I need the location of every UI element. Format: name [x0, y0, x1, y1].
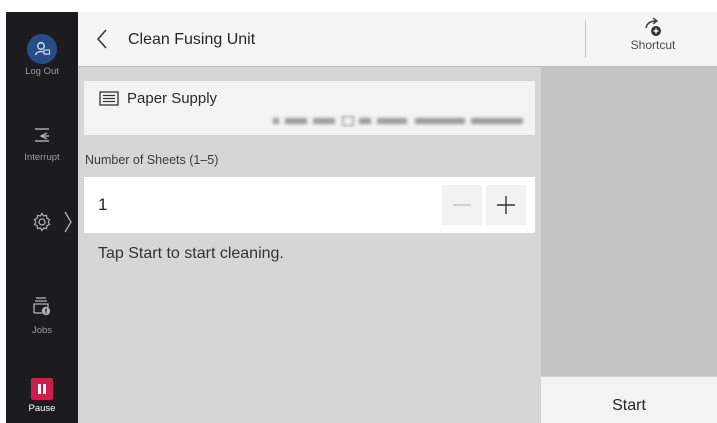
header-bar: Clean Fusing Unit Shortcut — [78, 12, 717, 67]
jobs-label: Jobs — [31, 325, 53, 336]
logout-button[interactable]: Log Out — [6, 22, 78, 77]
right-panel — [541, 67, 717, 376]
pause-icon — [31, 378, 53, 400]
device-settings-button[interactable] — [6, 204, 78, 240]
instruction-text: Tap Start to start cleaning. — [98, 245, 284, 262]
jobs-icon — [33, 297, 51, 316]
interrupt-label: Interrupt — [24, 152, 60, 163]
page-title: Clean Fusing Unit — [128, 31, 256, 48]
decrement-button[interactable] — [442, 185, 482, 225]
pause-label: Pause — [28, 403, 56, 414]
paper-tray-icon — [99, 91, 119, 106]
shortcut-label: Shortcut — [630, 38, 676, 52]
sheets-count-value: 1 — [98, 195, 108, 214]
jobs-button[interactable]: Jobs — [6, 295, 78, 336]
sheets-count-field[interactable]: 1 — [84, 177, 535, 233]
user-icon — [27, 34, 57, 64]
chevron-left-icon — [96, 29, 107, 49]
gear-icon — [33, 212, 51, 232]
back-button[interactable] — [90, 26, 116, 52]
start-label: Start — [612, 397, 646, 414]
header-divider — [585, 20, 586, 58]
logout-label: Log Out — [25, 66, 59, 77]
minus-icon — [453, 204, 471, 206]
shortcut-button[interactable]: Shortcut — [588, 16, 717, 62]
chevron-right-icon — [64, 211, 72, 233]
increment-button[interactable] — [486, 185, 526, 225]
paper-supply-value-blurred — [273, 115, 523, 127]
shortcut-add-icon — [645, 17, 661, 36]
device-screen: Log Out Interrupt Jobs Pause Clean Fusin… — [6, 12, 717, 423]
interrupt-button[interactable]: Interrupt — [6, 124, 78, 163]
sheets-count-label: Number of Sheets (1–5) — [85, 153, 219, 167]
paper-supply-label: Paper Supply — [127, 90, 218, 107]
plus-icon — [497, 196, 515, 214]
paper-supply-button[interactable]: Paper Supply — [84, 81, 535, 135]
main-panel: Paper Supply Number of Sheets (1–5) 1 Ta… — [78, 67, 541, 423]
left-rail: Log Out Interrupt Jobs Pause — [6, 12, 78, 423]
pause-button[interactable]: Pause — [6, 374, 78, 414]
start-button[interactable]: Start — [541, 376, 717, 423]
interrupt-icon — [35, 128, 49, 142]
